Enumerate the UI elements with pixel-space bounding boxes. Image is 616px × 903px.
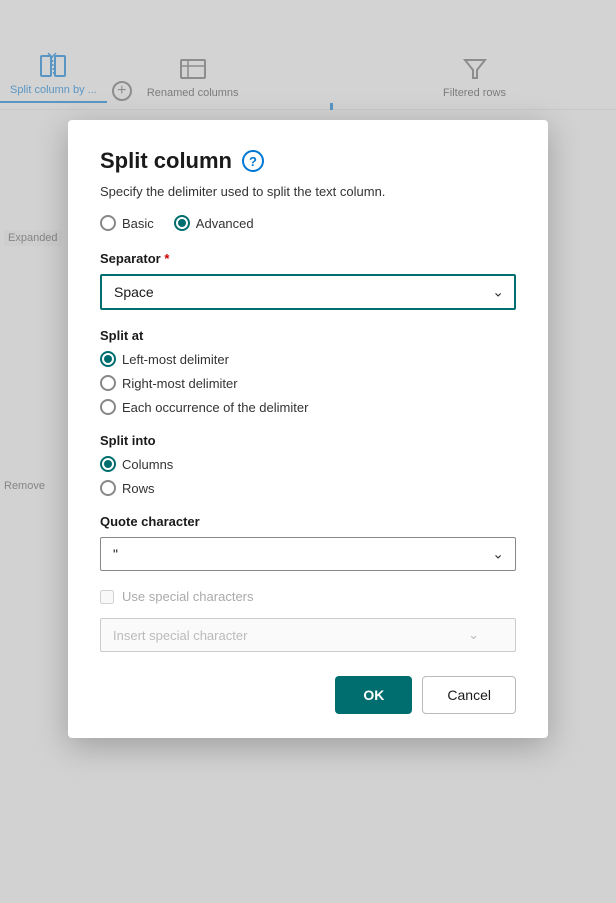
- split-at-label: Split at: [100, 328, 516, 343]
- quote-char-label: Quote character: [100, 514, 516, 529]
- insert-special-wrapper: Insert special character ⌄: [100, 618, 516, 652]
- split-at-leftmost-radio[interactable]: [100, 351, 116, 367]
- split-into-rows[interactable]: Rows: [100, 480, 516, 496]
- quote-char-select[interactable]: " ' None: [100, 537, 516, 571]
- separator-select[interactable]: Space Comma Tab Semicolon Colon Custom: [100, 274, 516, 310]
- modal-backdrop: Split column ? Specify the delimiter use…: [0, 0, 616, 903]
- split-into-rows-radio[interactable]: [100, 480, 116, 496]
- insert-special-button[interactable]: Insert special character ⌄: [100, 618, 516, 652]
- ok-button[interactable]: OK: [335, 676, 412, 714]
- separator-required: *: [164, 251, 169, 266]
- use-special-chars-row: Use special characters: [100, 589, 516, 604]
- help-icon[interactable]: ?: [242, 150, 264, 172]
- quote-char-section: Quote character " ' None ⌄: [100, 514, 516, 571]
- insert-special-arrow-icon: ⌄: [468, 627, 479, 643]
- mode-advanced-label[interactable]: Advanced: [174, 215, 254, 231]
- split-at-each-radio[interactable]: [100, 399, 116, 415]
- split-into-columns-radio[interactable]: [100, 456, 116, 472]
- split-at-each[interactable]: Each occurrence of the delimiter: [100, 399, 516, 415]
- mode-basic-label[interactable]: Basic: [100, 215, 154, 231]
- use-special-chars-checkbox[interactable]: [100, 590, 114, 604]
- split-at-leftmost[interactable]: Left-most delimiter: [100, 351, 516, 367]
- split-into-section: Split into Columns Rows: [100, 433, 516, 496]
- separator-dropdown-wrapper: Space Comma Tab Semicolon Colon Custom ⌄: [100, 274, 516, 310]
- modal-subtitle: Specify the delimiter used to split the …: [100, 184, 516, 199]
- action-row: OK Cancel: [100, 676, 516, 714]
- mode-advanced-radio[interactable]: [174, 215, 190, 231]
- modal-title: Split column: [100, 148, 232, 174]
- split-at-section: Split at Left-most delimiter Right-most …: [100, 328, 516, 415]
- mode-basic-radio[interactable]: [100, 215, 116, 231]
- cancel-button[interactable]: Cancel: [422, 676, 516, 714]
- use-special-chars-label[interactable]: Use special characters: [100, 589, 254, 604]
- split-into-label: Split into: [100, 433, 516, 448]
- mode-row: Basic Advanced: [100, 215, 516, 231]
- split-at-rightmost[interactable]: Right-most delimiter: [100, 375, 516, 391]
- separator-section: Separator * Space Comma Tab Semicolon Co…: [100, 251, 516, 310]
- separator-label: Separator *: [100, 251, 516, 266]
- split-at-rightmost-radio[interactable]: [100, 375, 116, 391]
- quote-char-dropdown-wrapper: " ' None ⌄: [100, 537, 516, 571]
- split-column-dialog: Split column ? Specify the delimiter use…: [68, 120, 548, 738]
- split-into-columns[interactable]: Columns: [100, 456, 516, 472]
- modal-title-row: Split column ?: [100, 148, 516, 174]
